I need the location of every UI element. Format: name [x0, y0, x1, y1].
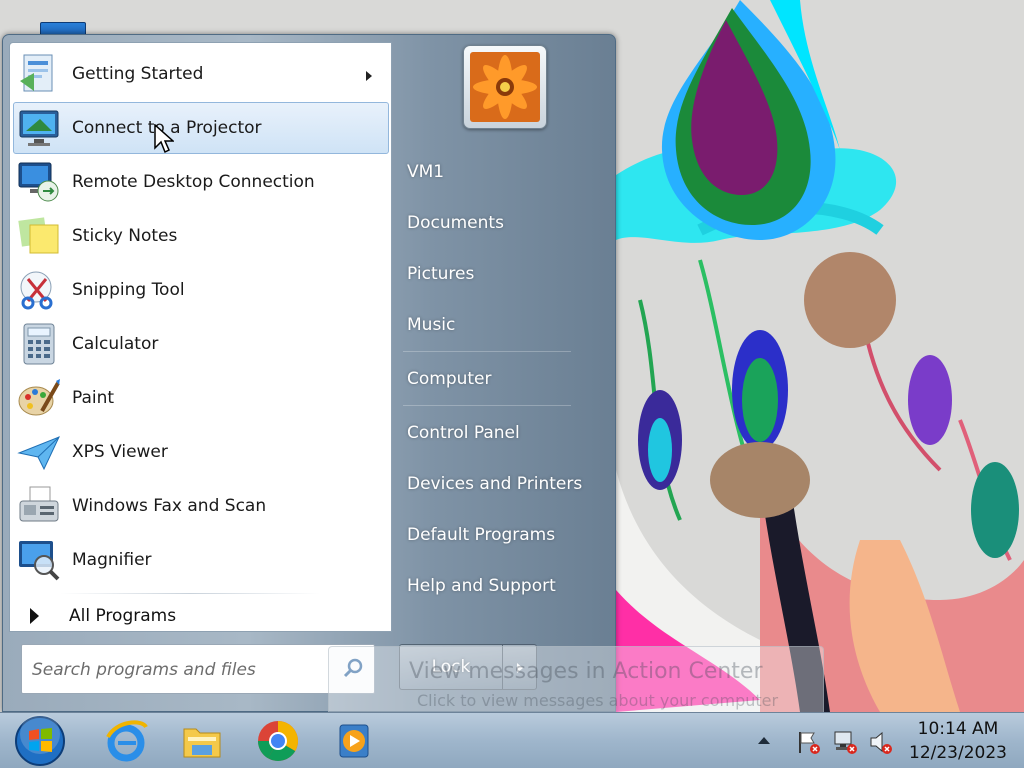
program-getting-started[interactable]: Getting Started — [13, 48, 389, 100]
snipping-tool-icon — [20, 271, 53, 310]
right-item-label: Documents — [407, 213, 504, 233]
right-item-label: Help and Support — [407, 576, 556, 596]
user-picture[interactable] — [463, 45, 547, 129]
clock-date: 12/23/2023 — [909, 743, 1007, 763]
program-label: Sticky Notes — [72, 226, 178, 246]
xps-viewer-icon — [17, 436, 60, 471]
right-item-help-support[interactable]: Help and Support — [393, 564, 618, 608]
action-center-flag-icon[interactable] — [796, 729, 822, 755]
flower-avatar-icon — [470, 52, 540, 122]
right-separator — [403, 351, 571, 352]
program-paint[interactable]: Paint — [13, 372, 389, 424]
program-label: Magnifier — [72, 550, 152, 570]
all-programs-button[interactable]: All Programs — [13, 601, 389, 631]
search-box[interactable] — [21, 644, 375, 694]
start-button[interactable] — [12, 714, 68, 768]
right-item-label: Computer — [407, 369, 492, 389]
clock-time: 10:14 AM — [917, 719, 999, 739]
programs-pane: Getting Started Connect to a Projector R… — [9, 42, 392, 632]
submenu-arrow-icon[interactable] — [366, 71, 372, 81]
right-item-devices-printers[interactable]: Devices and Printers — [393, 462, 618, 506]
right-item-label: Music — [407, 315, 456, 335]
mouse-cursor-icon — [154, 124, 174, 154]
media-player-icon — [339, 724, 369, 758]
right-item-documents[interactable]: Documents — [393, 201, 618, 245]
paint-icon — [18, 379, 60, 416]
volume-icon[interactable] — [868, 729, 894, 755]
remote-desktop-icon — [18, 162, 59, 202]
right-item-default-programs[interactable]: Default Programs — [393, 513, 618, 557]
all-programs-label: All Programs — [69, 606, 177, 626]
right-item-label: Devices and Printers — [407, 474, 583, 494]
right-item-music[interactable]: Music — [393, 303, 618, 347]
internet-explorer-icon — [106, 720, 148, 762]
program-label: Paint — [72, 388, 115, 408]
calculator-icon — [23, 323, 55, 365]
program-snipping-tool[interactable]: Snipping Tool — [13, 264, 389, 316]
right-item-label: Control Panel — [407, 423, 520, 443]
taskbar: 10:14 AM 12/23/2023 — [0, 712, 1024, 768]
program-xps-viewer[interactable]: XPS Viewer — [13, 426, 389, 478]
program-label: Calculator — [72, 334, 159, 354]
magnifier-icon — [19, 541, 60, 581]
start-menu: Getting Started Connect to a Projector R… — [2, 34, 616, 712]
balloon-body: Click to view messages about your comput… — [417, 691, 779, 710]
action-center-balloon[interactable]: View messages in Action Center Click to … — [328, 646, 824, 720]
program-calculator[interactable]: Calculator — [13, 318, 389, 370]
program-label: Getting Started — [72, 64, 204, 84]
right-item-label: VM1 — [407, 162, 445, 182]
right-item-label: Default Programs — [407, 525, 556, 545]
projector-icon — [19, 110, 59, 146]
program-label: Snipping Tool — [72, 280, 185, 300]
right-separator — [403, 405, 571, 406]
program-label: Remote Desktop Connection — [72, 172, 315, 192]
right-item-computer[interactable]: Computer — [393, 357, 618, 401]
program-label: Windows Fax and Scan — [72, 496, 267, 516]
program-label: XPS Viewer — [72, 442, 168, 462]
right-item-control-panel[interactable]: Control Panel — [393, 411, 618, 455]
show-hidden-icons-button[interactable] — [758, 737, 770, 744]
taskbar-media-player[interactable] — [324, 715, 384, 767]
expand-arrow-icon — [30, 608, 39, 624]
taskbar-internet-explorer[interactable] — [96, 715, 156, 767]
fax-scan-icon — [19, 486, 59, 522]
program-connect-projector[interactable]: Connect to a Projector — [13, 102, 389, 154]
program-remote-desktop[interactable]: Remote Desktop Connection — [13, 156, 389, 208]
network-icon[interactable] — [832, 729, 858, 755]
search-input[interactable] — [32, 657, 332, 683]
program-magnifier[interactable]: Magnifier — [13, 534, 389, 586]
taskbar-file-explorer[interactable] — [172, 715, 232, 767]
getting-started-icon — [20, 54, 53, 92]
balloon-title: View messages in Action Center — [409, 659, 763, 684]
sticky-notes-icon — [18, 217, 59, 254]
program-fax-scan[interactable]: Windows Fax and Scan — [13, 480, 389, 532]
program-sticky-notes[interactable]: Sticky Notes — [13, 210, 389, 262]
right-item-label: Pictures — [407, 264, 475, 284]
file-explorer-icon — [183, 728, 221, 758]
taskbar-chrome[interactable] — [248, 715, 308, 767]
system-clock[interactable]: 10:14 AM 12/23/2023 — [900, 717, 1016, 765]
menu-separator — [60, 593, 320, 594]
right-item-vm1[interactable]: VM1 — [393, 150, 618, 194]
chrome-icon — [258, 721, 298, 761]
right-item-pictures[interactable]: Pictures — [393, 252, 618, 296]
